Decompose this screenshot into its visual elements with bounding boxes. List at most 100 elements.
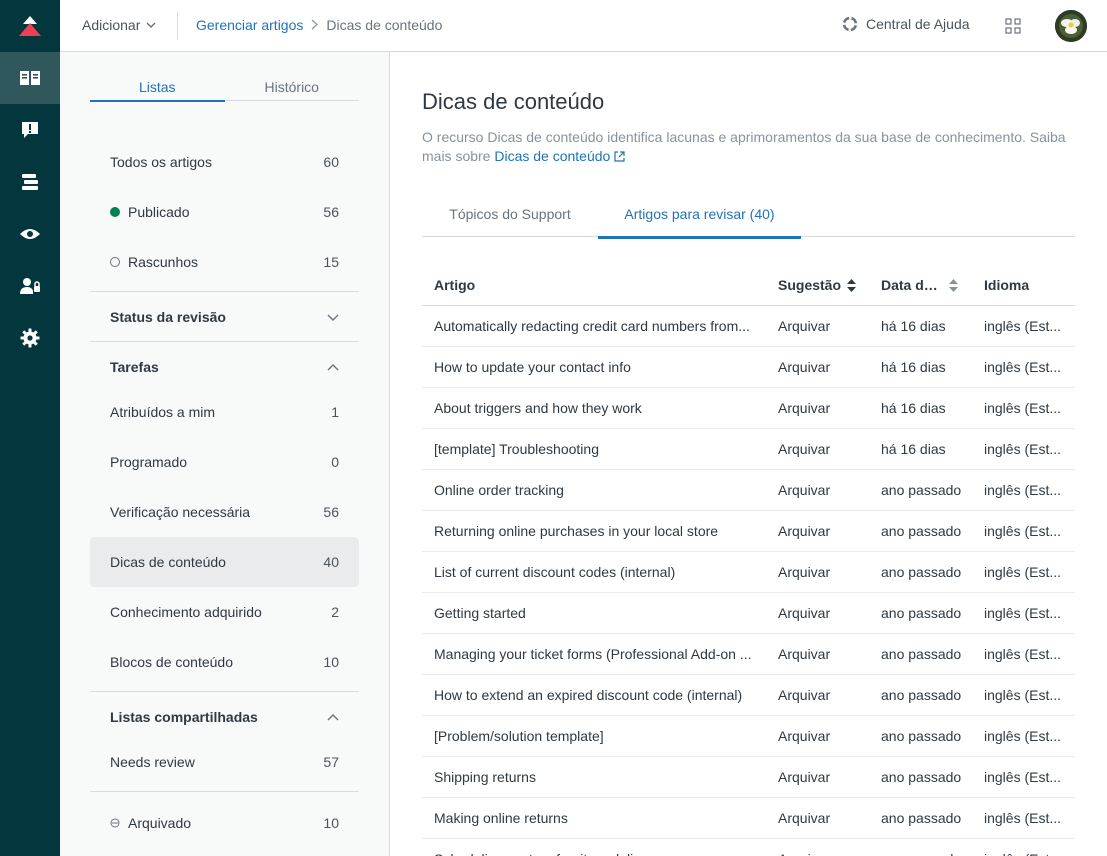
cell-language: inglês (Est...	[984, 605, 1062, 621]
table-row[interactable]: Making online returns Arquivar ano passado…	[422, 798, 1075, 839]
draft-status-icon	[110, 257, 120, 267]
cell-suggestion: Arquivar	[778, 687, 831, 703]
list-item-archived[interactable]: Arquivado 10	[90, 798, 359, 848]
table-row[interactable]: About triggers and how they work Arquivar…	[422, 388, 1075, 429]
list-item-label: Blocos de conteúdo	[110, 654, 233, 670]
tab-articles-to-review[interactable]: Artigos para revisar (40)	[598, 205, 801, 239]
table-row[interactable]: List of current discount codes (internal…	[422, 552, 1075, 593]
cell-article: Returning online purchases in your local…	[434, 523, 719, 539]
list-item-assigned-to-me[interactable]: Atribuídos a mim 1	[90, 387, 359, 437]
settings-icon[interactable]	[0, 312, 60, 364]
table-row[interactable]: Managing your ticket forms (Professional…	[422, 634, 1075, 675]
table-row[interactable]: Shipping returns Arquivar ano passado inglê…	[422, 757, 1075, 798]
chevron-down-icon	[327, 314, 339, 321]
top-bar: Adicionar Gerenciar artigos Dicas de con…	[60, 0, 1107, 52]
list-item-label: Dicas de conteúdo	[110, 554, 226, 570]
cell-date: ano passado	[881, 646, 962, 662]
list-item-knowledge-captured[interactable]: Conhecimento adquirido 2	[90, 587, 359, 637]
list-item-needs-review[interactable]: Needs review 57	[90, 737, 359, 787]
list-item-count: 56	[323, 204, 339, 220]
cell-language: inglês (Est...	[984, 769, 1062, 785]
cell-language: inglês (Est...	[972, 851, 1075, 856]
cell-article: About triggers and how they work	[434, 400, 642, 416]
learn-more-label: Dicas de conteúdo	[494, 148, 611, 164]
list-item-scheduled[interactable]: Programado 0	[90, 437, 359, 487]
zendesk-logo-icon[interactable]	[0, 0, 60, 52]
arrange-content-icon[interactable]	[0, 156, 60, 208]
table-row[interactable]: [Problem/solution template] Arquivar ano p…	[422, 716, 1075, 757]
cell-suggestion: Arquivar	[778, 441, 831, 457]
list-item-label: Rascunhos	[128, 254, 199, 270]
list-item-content-blocks[interactable]: Blocos de conteúdo 10	[90, 637, 359, 687]
table-row[interactable]: How to extend an expired discount code (…	[422, 675, 1075, 716]
table-row[interactable]: Scheduling custom furniture deliveryArqu…	[422, 839, 1075, 856]
cell-language: inglês (Est...	[984, 441, 1062, 457]
list-item-count: 15	[323, 254, 339, 270]
apps-grid-icon[interactable]	[1005, 18, 1021, 37]
list-item-count: 40	[323, 554, 339, 570]
list-item-verification-needed[interactable]: Verificação necessária 56	[90, 487, 359, 537]
content-cues-icon[interactable]	[0, 104, 60, 156]
user-permissions-icon[interactable]	[0, 260, 60, 312]
cell-date: há 16 dias	[881, 400, 946, 416]
column-header-date[interactable]: Data da...	[869, 277, 972, 293]
published-status-icon	[110, 207, 120, 217]
column-header-language[interactable]: Idioma	[972, 277, 1075, 293]
lists-panel: Listas Histórico Todos os artigos 60 Pub…	[60, 52, 390, 856]
cell-date: ano passado	[881, 482, 962, 498]
cell-article: List of current discount codes (internal…	[434, 564, 676, 580]
cell-suggestion: Arquivar	[778, 646, 831, 662]
list-item-label: Verificação necessária	[110, 504, 251, 520]
articles-icon[interactable]	[0, 52, 60, 104]
cell-suggestion: Arquivar	[778, 400, 831, 416]
tab-history[interactable]: Histórico	[225, 78, 360, 100]
section-review-status[interactable]: Status da revisão	[90, 292, 359, 342]
cell-language: inglês (Est...	[984, 318, 1062, 334]
cell-language: inglês (Est...	[984, 810, 1062, 826]
chevron-up-icon	[327, 363, 339, 370]
table-row[interactable]: Automatically redacting credit card numb…	[422, 306, 1075, 347]
list-item-count: 60	[323, 154, 339, 170]
archive-icon	[110, 818, 120, 828]
tab-support-topics[interactable]: Tópicos do Support	[422, 205, 598, 237]
cell-article: [template] Troubleshooting	[434, 441, 599, 457]
cell-date: ano passado	[881, 687, 962, 703]
section-shared-lists[interactable]: Listas compartilhadas	[90, 692, 359, 742]
list-item-count: 56	[323, 504, 339, 520]
table-row[interactable]: How to update your contact info Arquivar h…	[422, 347, 1075, 388]
table-row[interactable]: Online order tracking Arquivar ano passado…	[422, 470, 1075, 511]
section-tasks[interactable]: Tarefas	[90, 342, 359, 392]
list-item-count: 0	[331, 454, 339, 470]
cell-language: inglês (Est...	[984, 400, 1062, 416]
preview-icon[interactable]	[0, 208, 60, 260]
add-menu-button[interactable]: Adicionar	[82, 17, 156, 33]
cell-date: há 16 dias	[881, 441, 946, 457]
list-item-count: 1	[331, 404, 339, 420]
learn-more-link[interactable]: Dicas de conteúdo	[494, 148, 625, 164]
cell-date: ano passado	[881, 605, 962, 621]
tab-lists[interactable]: Listas	[90, 78, 225, 102]
help-center-link[interactable]: Central de Ajuda	[842, 16, 970, 32]
list-item-all-articles[interactable]: Todos os artigos 60	[90, 137, 359, 187]
list-item-published[interactable]: Publicado 56	[90, 187, 359, 237]
content-cues-tabs: Tópicos do Support Artigos para revisar …	[422, 205, 1075, 239]
breadcrumb-manage-articles[interactable]: Gerenciar artigos	[196, 17, 303, 33]
list-item-content-cues[interactable]: Dicas de conteúdo 40	[90, 537, 359, 587]
column-header-label: Data da...	[881, 277, 943, 293]
add-menu-label: Adicionar	[82, 17, 141, 33]
column-header-article[interactable]: Artigo	[422, 277, 766, 293]
cell-language: inglês (Est...	[984, 482, 1062, 498]
sort-icon	[847, 278, 857, 292]
help-center-label: Central de Ajuda	[866, 16, 970, 32]
table-row[interactable]: Getting started Arquivar ano passado inglês…	[422, 593, 1075, 634]
avatar[interactable]	[1055, 10, 1087, 42]
column-header-suggestion[interactable]: Sugestão	[766, 277, 869, 293]
chevron-up-icon	[327, 713, 339, 720]
table-row[interactable]: [template] Troubleshooting Arquivar há 16 …	[422, 429, 1075, 470]
sort-icon	[949, 278, 958, 292]
list-item-drafts[interactable]: Rascunhos 15	[90, 237, 359, 287]
cell-article: Online order tracking	[434, 482, 564, 498]
cell-article: Shipping returns	[434, 769, 536, 785]
table-row[interactable]: Returning online purchases in your local…	[422, 511, 1075, 552]
lifesaver-icon	[842, 16, 858, 32]
